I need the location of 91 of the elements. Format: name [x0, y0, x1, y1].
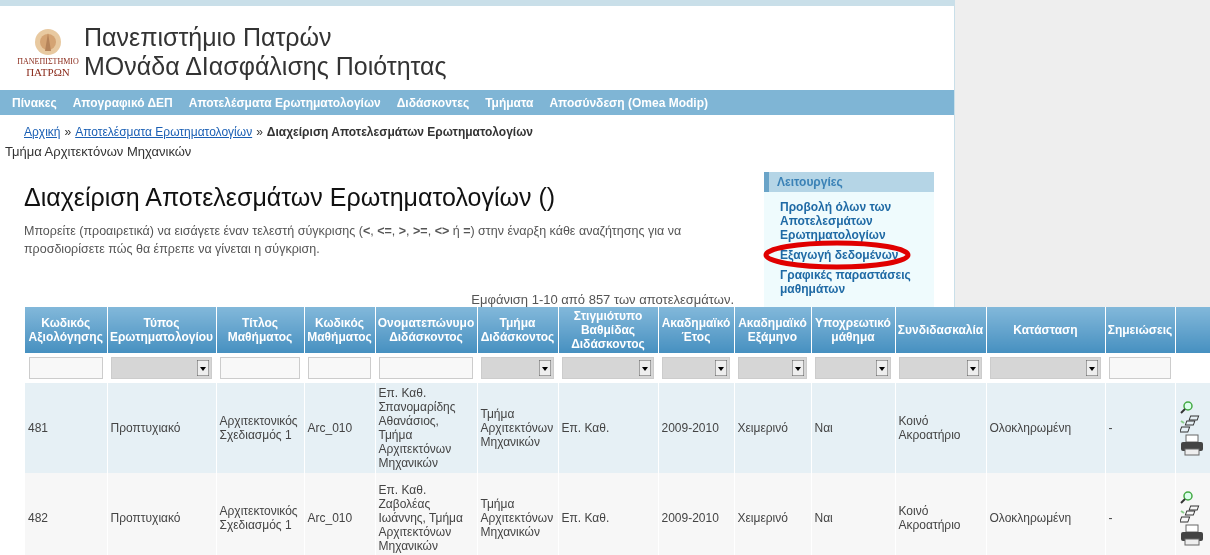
column-header[interactable]: Ακαδημαϊκό Εξάμηνο — [734, 307, 811, 353]
column-header[interactable]: Ονοματεπώνυμο Διδάσκοντος — [375, 307, 477, 353]
column-header[interactable]: Υποχρεωτικό μάθημα — [811, 307, 895, 353]
filter-dropdown[interactable] — [562, 357, 654, 379]
logo-text: ΠΑΤΡΩΝ — [26, 65, 70, 78]
nav-link[interactable]: Απογραφικό ΔΕΠ — [72, 93, 173, 112]
caret-icon — [792, 360, 804, 376]
column-header[interactable]: Σημειώσεις — [1105, 307, 1175, 353]
breadcrumb-link[interactable]: Αρχική — [24, 122, 61, 141]
logo-text: ΠΑΝΕΠΙΣΤΗΜΙΟ — [17, 56, 79, 66]
nav-link[interactable]: Τμήματα — [485, 93, 534, 112]
filter-field[interactable] — [1109, 357, 1171, 379]
filter-dropdown[interactable] — [111, 357, 212, 379]
table-cell: Κοινό Ακροατήριο — [895, 473, 986, 555]
header-background — [1175, 307, 1210, 353]
breadcrumb-separator: » — [64, 123, 72, 141]
caret-icon — [967, 360, 979, 376]
table-cell: Επ. Καθ. Σπανομαρίδης Αθανάσιος, Τμήμα Αρχιτεκτόνων Μηχανικών — [375, 383, 477, 473]
table-cell: Ολοκληρωμένη — [986, 383, 1105, 473]
table-cell: 482 — [25, 473, 107, 555]
sidebar-link[interactable]: Προβολή όλων των Αποτελεσμάτων Ερωτηματολογίων — [780, 199, 926, 242]
breadcrumb-separator: » — [256, 123, 263, 141]
nav-link[interactable]: Αποσύνδεση (Omea Modip) — [549, 93, 708, 112]
site-title: Πανεπιστήμιο Πατρών — [84, 23, 333, 52]
filter-dropdown[interactable] — [990, 357, 1101, 379]
filter-field[interactable] — [29, 357, 103, 379]
caret-icon — [539, 360, 551, 376]
printer-icon[interactable] — [1179, 523, 1204, 546]
filter-field[interactable] — [379, 357, 473, 379]
nav-link[interactable]: Αποτελέσματα Ερωτηματολογίων — [188, 93, 381, 112]
sidebar-link[interactable]: Γραφικές παραστάσεις μαθημάτων — [780, 267, 926, 296]
table-cell: Arc_010 — [304, 473, 375, 555]
filter-dropdown[interactable] — [662, 357, 730, 379]
filter-dropdown[interactable] — [738, 357, 807, 379]
emblem-icon — [33, 26, 63, 57]
table-cell: Προπτυχιακό — [107, 473, 216, 555]
table-cell: Arc_010 — [304, 383, 375, 473]
column-header[interactable]: Τμήμα Διδάσκοντος — [477, 307, 558, 353]
table-cell: Χειμερινό — [734, 383, 811, 473]
column-header[interactable]: Κωδικός Αξιολόγησης — [25, 307, 107, 353]
table-cell: - — [1105, 473, 1175, 555]
page-heading: Διαχείριση Αποτελεσμάτων Ερωτηματολογίων () — [24, 181, 557, 212]
column-header[interactable]: Κωδικός Μαθήματος — [304, 307, 375, 353]
checklist-icon[interactable] — [1179, 414, 1202, 433]
table-cell: Τμήμα Αρχιτεκτόνων Μηχανικών — [477, 473, 558, 555]
table-cell: Ναι — [811, 383, 895, 473]
column-header[interactable]: Κατάσταση — [986, 307, 1105, 353]
table-cell: Χειμερινό — [734, 473, 811, 555]
site-title: ΜΟνάδα ΔΙασφάλισης Ποιότητας — [84, 52, 447, 81]
search-icon[interactable] — [1179, 490, 1193, 504]
filter-dropdown[interactable] — [815, 357, 891, 379]
table-cell: Επ. Καθ. Ζαβολέας Ιωάννης, Τμήμα Αρχιτεκτόνων Μηχανικών — [375, 473, 477, 555]
caret-icon — [715, 360, 727, 376]
breadcrumb-current: Διαχείριση Αποτελεσμάτων Ερωτηματολογίων — [266, 123, 533, 141]
table-cell: Τμήμα Αρχιτεκτόνων Μηχανικών — [477, 383, 558, 473]
caret-icon — [876, 360, 888, 376]
filter-dropdown[interactable] — [899, 357, 982, 379]
column-header[interactable]: Στιγμιότυπο Βαθμίδας Διδάσκοντος — [558, 307, 658, 353]
sidebar-link[interactable]: Εξαγωγή δεδομένων — [780, 247, 926, 262]
caret-icon — [639, 360, 651, 376]
table-cell: Προπτυχιακό — [107, 383, 216, 473]
filter-dropdown[interactable] — [481, 357, 554, 379]
breadcrumb-link[interactable]: Αποτελέσματα Ερωτηματολογίων — [75, 122, 253, 141]
table-cell: Ολοκληρωμένη — [986, 473, 1105, 555]
filter-field[interactable] — [308, 357, 371, 379]
column-header[interactable]: Τύπος Ερωτηματολογίου — [107, 307, 216, 353]
table-cell: Επ. Καθ. — [558, 383, 658, 473]
search-icon[interactable] — [1179, 400, 1193, 414]
column-header[interactable]: Συνδιδασκαλία — [895, 307, 986, 353]
department-label: Τμήμα Αρχιτεκτόνων Μηχανικών — [4, 143, 193, 161]
filter-field[interactable] — [220, 357, 300, 379]
table-cell: Επ. Καθ. — [558, 473, 658, 555]
caret-icon — [1086, 360, 1098, 376]
nav-link[interactable]: Πίνακες — [12, 93, 57, 112]
table-cell: Αρχιτεκτονικός Σχεδιασμός 1 — [216, 383, 304, 473]
table-cell: Κοινό Ακροατήριο — [895, 383, 986, 473]
results-summary: Εμφάνιση 1-10 από 857 των αποτελεσμάτων. — [470, 290, 734, 309]
checklist-icon[interactable] — [1179, 504, 1202, 523]
sidebar-title: Λειτουργίες — [764, 171, 934, 192]
column-header[interactable]: Τίτλος Μαθήματος — [216, 307, 304, 353]
printer-icon[interactable] — [1179, 433, 1204, 456]
column-header[interactable]: Ακαδημαϊκό Έτος — [658, 307, 734, 353]
table-cell: 481 — [25, 383, 107, 473]
table-cell: Αρχιτεκτονικός Σχεδιασμός 1 — [216, 473, 304, 555]
nav-link[interactable]: Διδάσκοντες — [396, 93, 470, 112]
table-cell: 2009-2010 — [658, 383, 734, 473]
table-cell: 2009-2010 — [658, 473, 734, 555]
help-text: Μπορείτε (προαιρετικά) να εισάγετε έναν τελεστή σύγκρισης (<, <=, >, >=, <> ή =) στην έναρξη κάθε αναζήτησης για να προσδιορίσετε πώς θα έπρεπε να γίνεται η σύγκριση. — [24, 222, 683, 258]
caret-icon — [197, 360, 209, 376]
table-cell: Ναι — [811, 473, 895, 555]
table-cell: - — [1105, 383, 1175, 473]
